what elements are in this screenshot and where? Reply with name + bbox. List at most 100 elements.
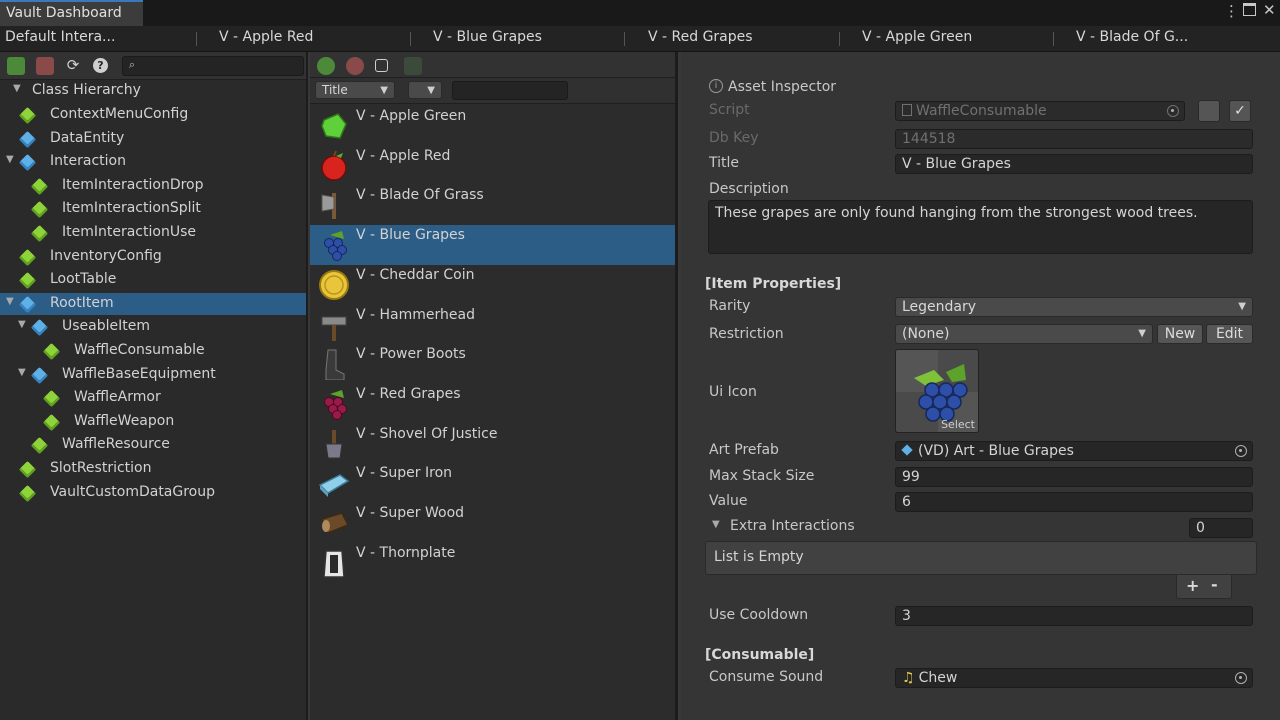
kebab-menu-icon[interactable]: ⋮ [1224, 2, 1239, 20]
asset-list-item[interactable]: V - Super Iron [310, 463, 675, 503]
tree-item[interactable]: WaffleWeapon [0, 411, 306, 433]
tree-item[interactable]: ▼ UseableItem [0, 316, 306, 338]
target-icon[interactable] [1235, 445, 1247, 457]
rarity-dropdown[interactable]: Legendary ▼ [895, 297, 1253, 317]
tab-blade-of-grass[interactable]: V - Blade Of G... [1071, 26, 1266, 51]
help-icon[interactable]: ? [93, 58, 108, 73]
chevron-down-icon[interactable]: ▼ [18, 367, 26, 378]
chevron-down-icon: ▼ [380, 85, 388, 96]
restriction-label: Restriction [709, 326, 784, 342]
tab-label: V - Blue Grapes [433, 29, 542, 45]
window-tab[interactable]: Vault Dashboard [0, 0, 143, 26]
inspector-header: Asset Inspector [728, 79, 837, 95]
tab-red-grapes[interactable]: V - Red Grapes [643, 26, 838, 51]
remove-list-item-button[interactable]: - [1211, 575, 1218, 594]
add-item-icon[interactable] [7, 57, 25, 75]
delete-asset-icon[interactable] [346, 57, 364, 75]
checkmark-icon[interactable]: ✓ [1229, 100, 1251, 122]
tree-item[interactable]: LootTable [0, 269, 306, 291]
tree-item[interactable]: ▼ WaffleBaseEquipment [0, 364, 306, 386]
chevron-down-icon[interactable]: ▼ [6, 154, 14, 165]
window-title: Vault Dashboard [6, 5, 122, 21]
tree-root[interactable]: ▼ Class Hierarchy [0, 80, 306, 102]
asset-list-item[interactable]: V - Power Boots [310, 344, 675, 384]
tree-item[interactable]: VaultCustomDataGroup [0, 482, 306, 504]
tab-apple-red[interactable]: V - Apple Red [214, 26, 409, 51]
asset-list-item[interactable]: V - Apple Green [310, 106, 675, 146]
consume-sound-field[interactable]: ♫ Chew [895, 668, 1253, 688]
tree-item[interactable]: SlotRestriction [0, 458, 306, 480]
asset-list-item[interactable]: V - Hammerhead [310, 305, 675, 345]
asset-list-item[interactable]: V - Blue Grapes [310, 225, 675, 266]
asset-search-input[interactable] [452, 81, 568, 100]
tree-item[interactable]: ▼ Interaction [0, 151, 306, 173]
asset-list-item[interactable]: V - Cheddar Coin [310, 265, 675, 305]
tree-item[interactable]: InventoryConfig [0, 246, 306, 268]
maximize-icon[interactable] [1243, 3, 1256, 16]
value-label: Value [709, 493, 748, 509]
menu-lines-icon[interactable] [1198, 100, 1220, 122]
description-value: These grapes are only found hanging from… [715, 205, 1198, 221]
tab-default-interaction[interactable]: Default Intera... [0, 26, 195, 51]
close-icon[interactable]: ✕ [1263, 1, 1276, 19]
asset-list-item[interactable]: V - Super Wood [310, 503, 675, 543]
tree-item-label: Interaction [50, 153, 126, 170]
tree-item[interactable]: ItemInteractionSplit [0, 198, 306, 220]
tree-item[interactable]: ItemInteractionDrop [0, 175, 306, 197]
description-textarea[interactable]: These grapes are only found hanging from… [708, 200, 1253, 254]
add-list-item-button[interactable]: + [1186, 576, 1199, 595]
max-stack-input[interactable]: 99 [895, 467, 1253, 487]
extra-interactions-label[interactable]: Extra Interactions [730, 518, 855, 534]
target-icon[interactable] [1235, 672, 1247, 684]
extra-interactions-count[interactable]: 0 [1189, 518, 1253, 538]
restriction-dropdown[interactable]: (None) ▼ [895, 324, 1153, 344]
filter-dropdown[interactable]: ▼ [408, 81, 442, 99]
tree-item[interactable]: WaffleArmor [0, 387, 306, 409]
tree-item[interactable]: WaffleResource [0, 434, 306, 456]
sort-dropdown[interactable]: Title ▼ [315, 81, 395, 99]
asset-list-item[interactable]: V - Apple Red [310, 146, 675, 186]
title-input[interactable]: V - Blue Grapes [895, 154, 1253, 174]
hierarchy-search-input[interactable]: ⌕ [122, 56, 304, 76]
tree-item[interactable]: ContextMenuConfig [0, 104, 306, 126]
new-asset-icon[interactable] [317, 57, 335, 75]
grapes-red-icon [324, 389, 347, 420]
class-cube-icon [43, 343, 60, 360]
asset-list-item[interactable]: V - Red Grapes [310, 384, 675, 424]
tree-item-label: WaffleWeapon [74, 412, 175, 429]
delete-item-icon[interactable] [36, 57, 54, 75]
value-input[interactable]: 6 [895, 492, 1253, 512]
asset-list-item[interactable]: V - Blade Of Grass [310, 185, 675, 225]
select-label[interactable]: Select [941, 418, 975, 431]
shovel-icon [325, 429, 343, 459]
asset-list-item[interactable]: V - Shovel Of Justice [310, 424, 675, 464]
tree-item[interactable]: WaffleConsumable [0, 340, 306, 362]
filter-icon[interactable] [404, 57, 422, 75]
ui-icon-label: Ui Icon [709, 384, 757, 400]
new-button[interactable]: New [1157, 324, 1203, 344]
duplicate-icon[interactable] [375, 59, 388, 72]
refresh-icon[interactable]: ⟳ [64, 57, 82, 75]
tree-item[interactable]: ItemInteractionUse [0, 222, 306, 244]
chevron-down-icon[interactable]: ▼ [18, 319, 26, 330]
edit-button[interactable]: Edit [1206, 324, 1253, 344]
title-bar: Vault Dashboard ⋮ ✕ [0, 0, 1280, 26]
restriction-value: (None) [902, 326, 950, 342]
class-cube-icon [19, 248, 36, 266]
tab-label: Default Intera... [5, 29, 116, 45]
tree-item[interactable]: ▼ RootItem [0, 292, 306, 315]
chevron-down-icon: ▼ [1138, 328, 1146, 339]
tab-apple-green[interactable]: V - Apple Green [857, 26, 1052, 51]
art-prefab-field[interactable]: (VD) Art - Blue Grapes [895, 441, 1253, 461]
chevron-down-icon[interactable]: ▼ [13, 83, 21, 94]
tree-item[interactable]: DataEntity [0, 128, 306, 150]
ui-icon-picker[interactable]: Select [895, 349, 979, 433]
tab-blue-grapes[interactable]: V - Blue Grapes [428, 26, 623, 51]
chevron-down-icon[interactable]: ▼ [6, 296, 14, 307]
chevron-down-icon[interactable]: ▼ [712, 519, 720, 530]
use-cooldown-input[interactable]: 3 [895, 606, 1253, 626]
class-cube-icon [43, 390, 60, 408]
armor-plate-icon [323, 549, 345, 578]
asset-list-item[interactable]: V - Thornplate [310, 543, 675, 583]
target-icon[interactable] [1167, 105, 1179, 117]
